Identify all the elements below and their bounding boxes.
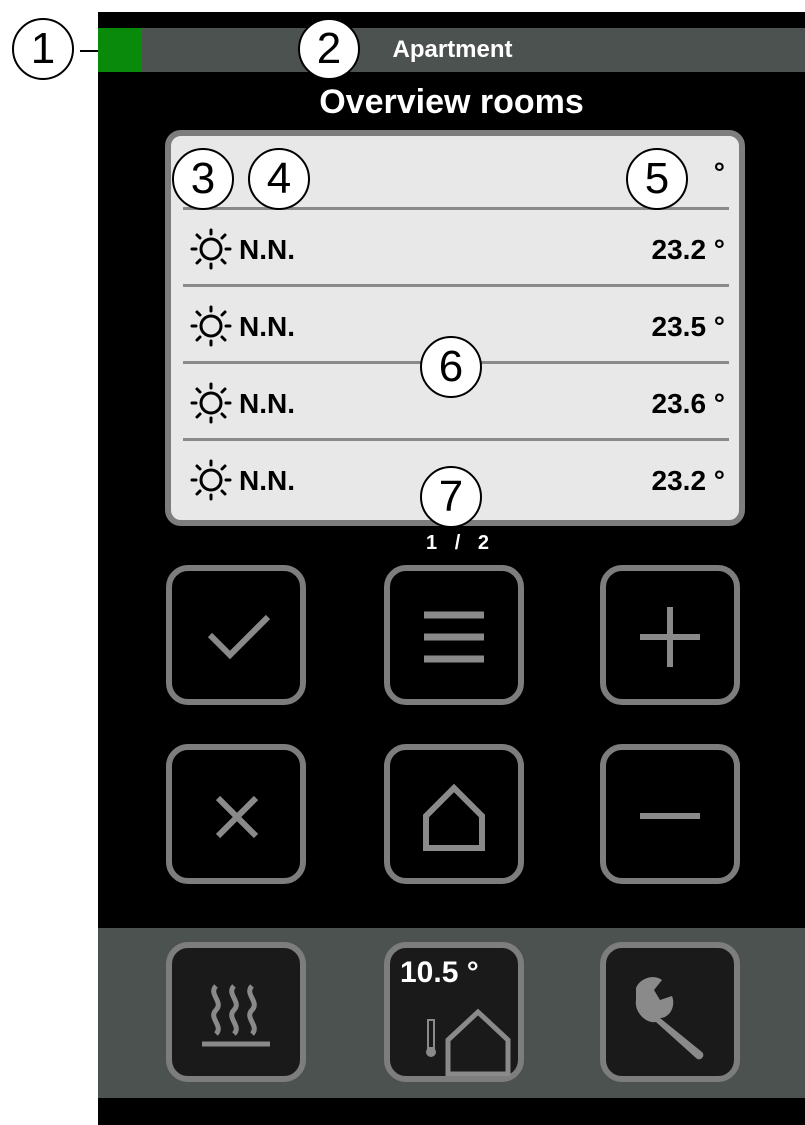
menu-icon xyxy=(424,611,484,663)
thermostat-icon xyxy=(426,1008,511,1076)
room-temperature: ° xyxy=(713,157,725,188)
sun-icon xyxy=(190,459,232,501)
page-total: 2 xyxy=(477,532,489,554)
row-divider xyxy=(183,284,729,287)
callout-7: 7 xyxy=(420,466,482,528)
room-temperature: 23.2 ° xyxy=(651,465,725,496)
minus-icon xyxy=(640,813,700,819)
confirm-button[interactable] xyxy=(166,565,306,705)
page-indicator: 1 / 2 xyxy=(98,532,805,555)
callout-2: 2 xyxy=(298,18,360,80)
thermostat-button[interactable]: 10.5 ° xyxy=(384,942,524,1082)
room-name: N.N. xyxy=(239,311,295,342)
callout-1: 1 xyxy=(12,18,74,80)
sun-icon xyxy=(190,305,232,347)
room-temperature: 23.6 ° xyxy=(651,388,725,419)
close-icon xyxy=(215,795,259,839)
check-icon xyxy=(207,614,271,660)
room-temperature: 23.2 ° xyxy=(651,234,725,265)
header-title: Apartment xyxy=(392,36,513,63)
room-name: N.N. xyxy=(239,234,295,265)
decrease-button[interactable] xyxy=(600,744,740,884)
page-title: Overview rooms xyxy=(319,83,584,121)
callout-4: 4 xyxy=(248,148,310,210)
increase-button[interactable] xyxy=(600,565,740,705)
settings-button[interactable] xyxy=(600,942,740,1082)
room-name: N.N. xyxy=(239,465,295,496)
room-row[interactable]: N.N. 23.2 ° xyxy=(183,213,729,287)
heating-icon xyxy=(202,984,270,1047)
callout-3: 3 xyxy=(172,148,234,210)
page-separator: / xyxy=(454,532,461,554)
room-name: N.N. xyxy=(239,388,295,419)
room-temperature: 23.5 ° xyxy=(651,311,725,342)
sun-icon xyxy=(190,382,232,424)
cancel-button[interactable] xyxy=(166,744,306,884)
sun-icon xyxy=(190,228,232,270)
callout-6: 6 xyxy=(420,336,482,398)
page-current: 1 xyxy=(426,532,438,554)
heating-button[interactable] xyxy=(166,942,306,1082)
home-button[interactable] xyxy=(384,744,524,884)
menu-button[interactable] xyxy=(384,565,524,705)
plus-icon xyxy=(640,607,700,667)
wrench-icon xyxy=(635,977,704,1060)
callout-leader xyxy=(80,50,98,52)
callout-5: 5 xyxy=(626,148,688,210)
home-icon xyxy=(423,783,485,851)
row-divider xyxy=(183,438,729,441)
